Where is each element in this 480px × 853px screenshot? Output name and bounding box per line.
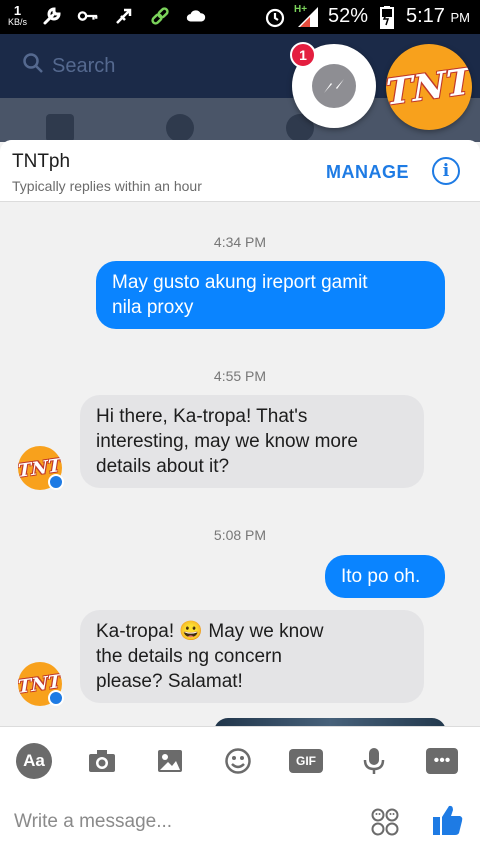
message-line: details about it? — [96, 456, 230, 477]
alarm-icon — [264, 6, 286, 28]
more-label: ••• — [426, 748, 458, 774]
message-incoming[interactable]: Ka-tropa! 😀 May we know the details ng c… — [80, 610, 424, 703]
emoji-icon[interactable] — [220, 743, 256, 779]
timestamp: 5:08 PM — [213, 527, 267, 543]
message-line: the details ng concern — [96, 646, 282, 667]
gif-button[interactable]: GIF — [288, 743, 324, 779]
composer: Aa GIF ••• — [0, 726, 480, 853]
text-style-button[interactable]: Aa — [16, 743, 52, 779]
clock-value: 5:17 — [406, 5, 445, 27]
camera-icon[interactable] — [84, 743, 120, 779]
message-input[interactable] — [14, 805, 344, 839]
timestamp: 4:55 PM — [213, 368, 267, 384]
aa-label: Aa — [16, 743, 52, 779]
message-line: Ka-tropa! 😀 May we know — [96, 621, 324, 642]
chat-title[interactable]: TNTph — [12, 151, 70, 173]
signal-icon: H+ — [293, 3, 320, 28]
message-line: Ito po oh. — [341, 566, 421, 587]
timestamp: 4:34 PM — [213, 234, 267, 250]
clock-ampm: PM — [450, 10, 471, 25]
message-outgoing[interactable]: May gusto akung ireport gamit nila proxy — [96, 261, 445, 329]
friends-icon[interactable] — [166, 114, 194, 142]
wrench-icon — [41, 5, 63, 27]
tnt-logo: TNT — [386, 44, 472, 130]
status-bar: 1 KB/s H+ 52% 5:17 PM — [0, 0, 480, 34]
composer-toolbar: Aa GIF ••• — [0, 735, 480, 785]
link-icon — [149, 5, 171, 27]
battery-icon — [376, 5, 398, 29]
messenger-badge-icon — [48, 690, 64, 706]
unread-badge: 1 — [290, 42, 316, 68]
message-outgoing[interactable]: Ito po oh. — [325, 555, 445, 598]
message-line: Hi there, Ka-tropa! That's — [96, 406, 308, 427]
message-line: please? Salamat! — [96, 671, 243, 692]
key-icon — [77, 5, 99, 27]
chat-subtitle: Typically replies within an hour — [12, 178, 202, 194]
info-icon[interactable]: i — [432, 157, 460, 185]
gif-label: GIF — [289, 749, 323, 773]
news-feed-icon[interactable] — [46, 114, 74, 142]
network-speed-value: 1 — [13, 3, 22, 18]
message-line: May gusto akung ireport gamit — [112, 272, 368, 293]
network-speed: 1 KB/s — [8, 4, 27, 27]
network-speed-unit: KB/s — [8, 17, 28, 27]
manage-button[interactable]: MANAGE — [326, 162, 409, 183]
chat-panel: TNTph Typically replies within an hour M… — [0, 140, 480, 853]
search-icon — [22, 52, 44, 80]
thumbs-up-icon[interactable] — [432, 803, 464, 837]
usb-icon — [113, 5, 135, 27]
sticker-icon[interactable] — [370, 807, 400, 837]
tnt-logo-text: TNT — [386, 60, 472, 114]
battery-percent: 52% — [327, 5, 368, 27]
chat-header: TNTph Typically replies within an hour M… — [0, 140, 480, 202]
network-type: H+ — [293, 3, 308, 15]
message-line: interesting, may we know more — [96, 431, 358, 452]
more-options-button[interactable]: ••• — [424, 743, 460, 779]
image-icon[interactable] — [152, 743, 188, 779]
message-incoming[interactable]: Hi there, Ka-tropa! That's interesting, … — [80, 395, 424, 488]
clock-time: 5:17 PM — [406, 5, 470, 28]
cloud-icon — [185, 5, 207, 27]
message-list[interactable]: 4:34 PM May gusto akung ireport gamit ni… — [0, 202, 480, 726]
image-attachment[interactable] — [214, 718, 446, 726]
messenger-badge-icon — [48, 474, 64, 490]
search-placeholder: Search — [52, 54, 116, 77]
tnt-chat-head[interactable]: TNT — [386, 44, 472, 130]
message-line: nila proxy — [112, 297, 194, 318]
messenger-icon — [312, 64, 356, 108]
microphone-icon[interactable] — [356, 743, 392, 779]
